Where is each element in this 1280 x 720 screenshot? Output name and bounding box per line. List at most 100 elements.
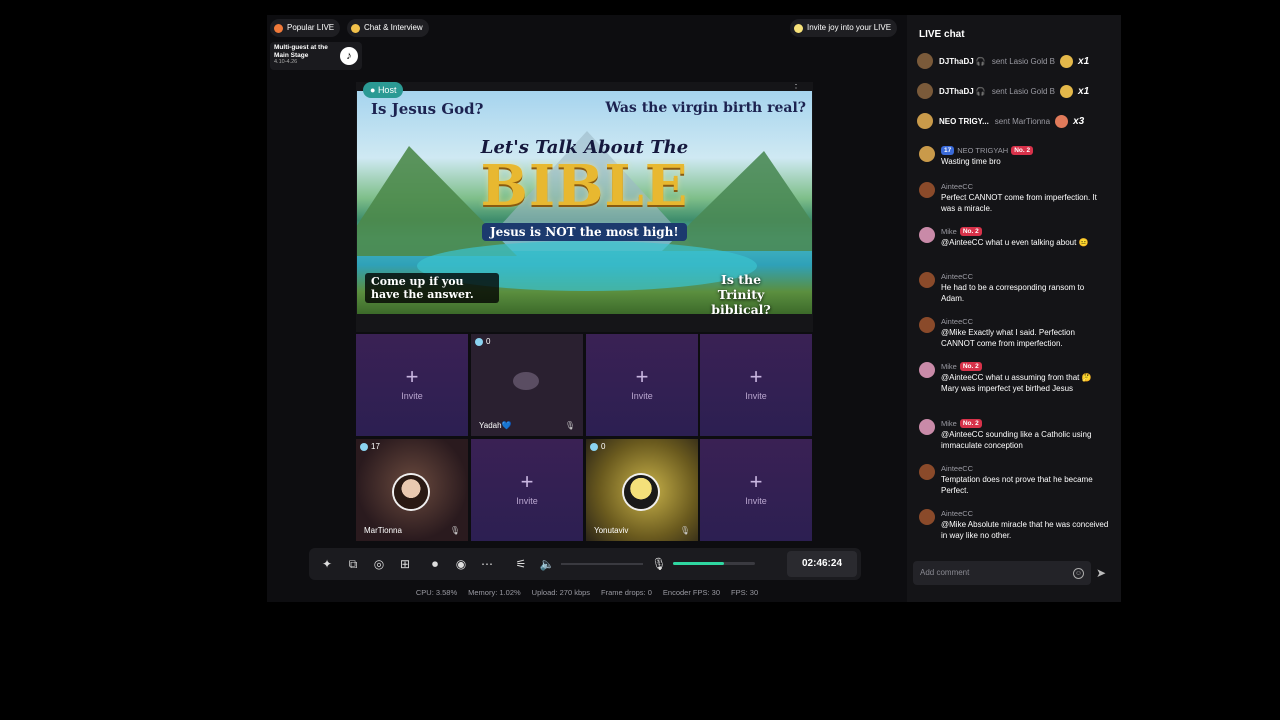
badge-icon <box>360 442 368 451</box>
event-card[interactable]: Multi-guest at the Main Stage 4.10-4.26 … <box>270 42 362 70</box>
guest-count-value: 17 <box>371 442 380 451</box>
gift-sender: NEO TRIGY... <box>939 116 989 126</box>
invite-slot[interactable]: + Invite <box>700 439 812 541</box>
event-title: Multi-guest at the Main Stage <box>274 44 328 59</box>
upload-stat: Upload: 270 kbps <box>531 588 591 597</box>
live-timer: 02:46:24 <box>787 551 857 577</box>
comment-input[interactable]: Add comment <box>913 561 1091 585</box>
chat-author: Mike <box>941 362 957 371</box>
more-icon[interactable]: ⋯ <box>479 556 495 572</box>
rank-badge: No. 2 <box>959 362 982 371</box>
chat-text: @AinteeCC sounding like a Catholic using… <box>941 430 1092 450</box>
add-source-icon[interactable]: ⊞ <box>397 556 413 572</box>
settings-sliders-icon[interactable]: ⚟ <box>513 556 529 572</box>
send-icon[interactable]: ➤ <box>1096 566 1106 580</box>
mic-level-bar[interactable] <box>673 562 755 565</box>
microphone-icon[interactable]: 🎙 <box>651 556 667 572</box>
gift-text: sent Lasio Gold B <box>991 56 1056 66</box>
guest-slot[interactable]: 0 Yonutaviv 🎙 <box>586 439 698 541</box>
invite-slot[interactable]: + Invite <box>471 439 583 541</box>
rank-badge: No. 2 <box>1011 146 1034 155</box>
invite-label: Invite <box>745 391 767 401</box>
camera-effect-icon[interactable]: ◉ <box>453 556 469 572</box>
ai-icon[interactable]: ◎ <box>371 556 387 572</box>
more-options-icon[interactable]: ⋮ <box>791 83 801 94</box>
chat-message: AinteeCC @Mike Absolute miracle that he … <box>919 509 1109 549</box>
control-bar: ✦ ⧉ ◎ ⊞ ⏺ ◉ ⋯ ⚟ 🔈 🎙 02:46:24 <box>309 548 861 580</box>
invite-joy-button[interactable]: Invite joy into your LIVE <box>790 19 898 37</box>
mic-level-fill <box>673 562 724 565</box>
guest-slot[interactable]: 0 Yadah💙 🎙 <box>471 334 583 436</box>
studio-panel: Popular LIVE Chat & Interview Invite joy… <box>267 15 907 602</box>
fire-icon <box>274 23 283 33</box>
popular-live-tab[interactable]: Popular LIVE <box>270 19 341 37</box>
level-badge: 17 <box>941 146 955 155</box>
badge-icon <box>475 337 483 346</box>
host-badge-label: Host <box>377 85 397 95</box>
host-video[interactable]: Is Jesus God? Was the virgin birth real?… <box>356 82 813 332</box>
guest-name: Yonutaviv <box>594 526 629 535</box>
chat-text: @Mike Exactly what I said. Perfection CA… <box>941 328 1075 348</box>
invite-slot[interactable]: + Invite <box>700 334 812 436</box>
avatar <box>917 113 933 129</box>
gift-icon <box>1060 84 1074 98</box>
gift-multiplier: x1 <box>1078 55 1090 67</box>
gift-sender: DJThaDJ 🎧 <box>939 86 986 96</box>
invite-label: Invite <box>631 391 653 401</box>
chat-text: Wasting time bro <box>941 157 1001 166</box>
record-icon[interactable]: ⏺ <box>427 556 443 572</box>
plus-icon: + <box>520 469 534 494</box>
chat-author-row: Mike No. 2 <box>941 419 982 428</box>
mic-icon: 🎙 <box>679 526 690 535</box>
popular-live-label: Popular LIVE <box>287 23 335 32</box>
guest-name: Yadah💙 <box>479 421 512 430</box>
chat-message: AinteeCC Perfect CANNOT come from imperf… <box>919 182 1109 222</box>
chat-text: Perfect CANNOT come from imperfection. I… <box>941 193 1097 213</box>
bible-banner: Is Jesus God? Was the virgin birth real?… <box>357 91 812 314</box>
chat-text: @AinteeCC what u assuming from that 🤔 Ma… <box>941 373 1092 393</box>
guest-count: 0 <box>590 442 605 451</box>
chat-author: AinteeCC <box>941 182 974 191</box>
chat-author: AinteeCC <box>941 317 974 326</box>
avatar <box>917 83 933 99</box>
gift-text: sent MarTionna <box>994 116 1051 126</box>
chat-message: 17 NEO TRIGYAH No. 2 Wasting time bro <box>919 146 1109 176</box>
invite-slot[interactable]: + Invite <box>356 334 468 436</box>
chat-author-row: Mike No. 2 <box>941 227 982 236</box>
invite-label: Invite <box>516 496 538 506</box>
avatar <box>394 475 428 509</box>
layout-icon[interactable]: ⧉ <box>345 556 361 572</box>
volume-slider[interactable] <box>561 563 643 565</box>
chat-message: AinteeCC He had to be a corresponding ra… <box>919 272 1109 312</box>
avatar <box>919 464 935 480</box>
cpu-stat: CPU: 3.58% <box>415 588 458 597</box>
lightbulb-icon <box>794 23 803 33</box>
volume-icon[interactable]: 🔈 <box>539 556 555 572</box>
avatar <box>919 272 935 288</box>
frame-drops-stat: Frame drops: 0 <box>601 588 652 597</box>
invite-slot[interactable]: + Invite <box>586 334 698 436</box>
tiktok-logo-icon: ♪ <box>340 47 358 65</box>
gift-text: sent Lasio Gold B <box>991 86 1056 96</box>
chat-text: @AinteeCC what u even talking about 😐 <box>941 238 1089 247</box>
magic-wand-icon[interactable]: ✦ <box>319 556 335 572</box>
chat-text: Temptation does not prove that he became… <box>941 475 1093 495</box>
plus-icon: + <box>635 364 649 389</box>
gift-icon <box>1055 114 1069 128</box>
emoji-icon[interactable]: ☺ <box>1073 568 1084 579</box>
banner-trinity: Is the Trinity biblical? <box>711 272 771 314</box>
live-chat-panel: LIVE chat DJThaDJ 🎧 sent Lasio Gold B x1… <box>907 15 1121 602</box>
chat-author: NEO TRIGYAH <box>957 146 1009 155</box>
invite-label: Invite <box>745 496 767 506</box>
chat-interview-tab[interactable]: Chat & Interview <box>347 19 429 37</box>
mic-icon: 🎙 <box>564 421 575 430</box>
plus-icon: + <box>749 469 763 494</box>
avatar <box>919 419 935 435</box>
banner-bible: BIBLE <box>480 153 689 219</box>
rank-badge: No. 2 <box>959 419 982 428</box>
avatar <box>919 509 935 525</box>
stats-bar: CPU: 3.58% Memory: 1.02% Upload: 270 kbp… <box>267 588 907 597</box>
banner-jesus-line: Jesus is NOT the most high! <box>482 223 687 241</box>
guest-slot[interactable]: 17 MarTionna 🎙 <box>356 439 468 541</box>
chat-author: Mike <box>941 419 957 428</box>
